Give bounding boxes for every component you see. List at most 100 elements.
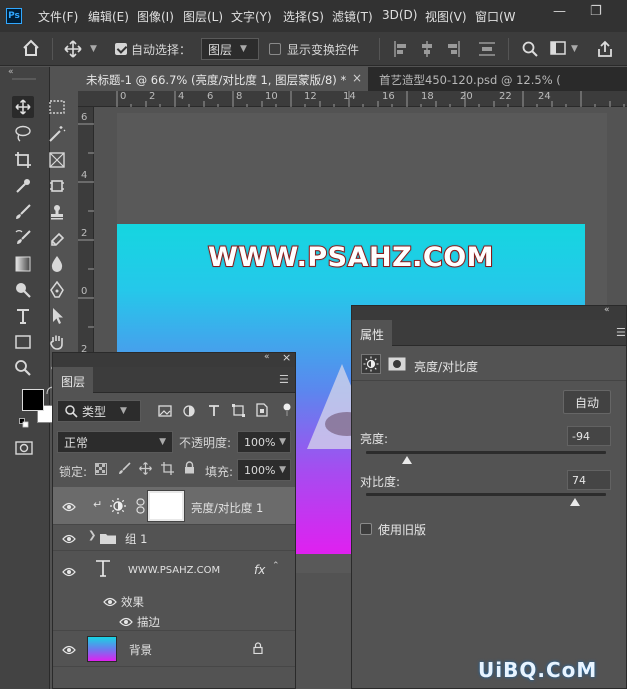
chevron-right-icon[interactable]: ❯ — [88, 530, 96, 541]
legacy-checkbox[interactable] — [360, 523, 372, 535]
show-transform-checkbox[interactable] — [269, 43, 281, 55]
share-icon[interactable] — [597, 40, 613, 61]
default-colors-icon[interactable] — [19, 417, 29, 431]
home-icon[interactable] — [22, 39, 40, 60]
menu-edit[interactable]: 编辑(E) — [88, 8, 129, 25]
menu-3d[interactable]: 3D(D) — [382, 8, 417, 22]
eyedropper-tool[interactable] — [12, 175, 34, 197]
filter-pixel-icon[interactable] — [158, 405, 172, 420]
filter-type-icon[interactable] — [208, 404, 220, 420]
panel-menu-icon[interactable]: ☰ — [279, 373, 289, 386]
type-tool[interactable] — [12, 305, 34, 327]
clone-stamp-tool[interactable] — [46, 201, 68, 223]
eye-icon[interactable] — [62, 501, 76, 515]
contrast-slider-track[interactable] — [366, 493, 606, 496]
eye-icon[interactable] — [119, 616, 133, 630]
path-selection-tool[interactable] — [46, 305, 68, 327]
fill-input[interactable]: 100% ▼ — [237, 459, 291, 481]
layer-effect-stroke[interactable]: 描边 — [53, 611, 295, 631]
eraser-tool[interactable] — [46, 227, 68, 249]
menu-window[interactable]: 窗口(W — [475, 8, 516, 25]
collapse-icon[interactable]: « — [264, 352, 270, 362]
tab-untitled-1[interactable]: 未标题-1 @ 66.7% (亮度/对比度 1, 图层蒙版/8) * — [78, 67, 368, 91]
gradient-tool[interactable] — [12, 253, 34, 275]
filter-toggle-icon[interactable] — [282, 403, 292, 420]
filter-adjustment-icon[interactable] — [183, 405, 195, 420]
opacity-input[interactable]: 100% ▼ — [237, 431, 291, 453]
tab-second-document[interactable]: 首艺造型450-120.psd @ 12.5% ( — [371, 67, 627, 91]
filter-smart-object-icon[interactable] — [256, 403, 268, 420]
quick-mask-icon[interactable] — [15, 441, 33, 458]
eye-icon[interactable] — [62, 566, 76, 580]
patch-tool[interactable] — [46, 175, 68, 197]
layer-filter-dropdown[interactable]: 类型 ▼ — [57, 400, 141, 422]
lock-position-icon[interactable] — [139, 462, 152, 478]
close-icon[interactable]: × — [352, 71, 362, 85]
mask-icon[interactable] — [388, 357, 406, 374]
move-tool[interactable] — [12, 96, 34, 118]
search-icon[interactable] — [521, 40, 539, 61]
collapse-icon[interactable]: « — [604, 305, 610, 315]
tab-properties[interactable]: 属性 — [352, 320, 393, 346]
layer-row-brightness-contrast[interactable]: ↵ 亮度/对比度 1 — [53, 487, 295, 525]
blend-mode-dropdown[interactable]: 正常 ▼ — [57, 431, 173, 453]
contrast-slider-thumb[interactable] — [569, 498, 580, 506]
filter-shape-icon[interactable] — [232, 404, 245, 420]
layer-effects-header[interactable]: 效果 — [53, 591, 295, 611]
collapse-icon[interactable]: « — [8, 67, 14, 77]
crop-tool[interactable] — [12, 149, 34, 171]
brightness-slider-track[interactable] — [366, 451, 606, 454]
layer-row-background[interactable]: 背景 — [53, 631, 295, 667]
eye-icon[interactable] — [103, 596, 117, 610]
layer-mask-thumbnail[interactable] — [147, 490, 185, 522]
history-brush-tool[interactable] — [12, 227, 34, 249]
align-center-icon[interactable] — [419, 40, 435, 61]
close-icon[interactable]: × — [282, 351, 291, 364]
menu-view[interactable]: 视图(V) — [425, 8, 467, 25]
menu-filter[interactable]: 滤镜(T) — [332, 8, 373, 25]
brightness-slider-thumb[interactable] — [401, 456, 412, 464]
menu-image[interactable]: 图像(I) — [137, 8, 174, 25]
panel-menu-icon[interactable]: ☰ — [616, 326, 626, 339]
foreground-color-swatch[interactable] — [22, 389, 44, 411]
align-right-icon[interactable] — [445, 40, 461, 61]
menu-file[interactable]: 文件(F) — [38, 8, 78, 25]
lock-transparent-icon[interactable] — [95, 463, 107, 478]
lock-all-icon[interactable] — [184, 461, 195, 477]
eye-icon[interactable] — [62, 644, 76, 658]
layer-row-group[interactable]: ❯ 组 1 — [53, 525, 295, 551]
chain-link-icon[interactable] — [136, 498, 145, 517]
chevron-up-icon[interactable]: ⌃ — [272, 561, 280, 571]
auto-select-checkbox[interactable] — [115, 43, 127, 55]
contrast-input[interactable]: 74 — [567, 470, 611, 490]
layer-row-text[interactable]: WWW.PSAHZ.COM fx ⌃ — [53, 551, 295, 591]
marquee-tool[interactable] — [46, 96, 68, 118]
pen-tool[interactable] — [46, 279, 68, 301]
lock-pixels-icon[interactable] — [118, 462, 131, 478]
menu-layer[interactable]: 图层(L) — [183, 8, 223, 25]
menu-select[interactable]: 选择(S) — [283, 8, 324, 25]
magic-wand-tool[interactable] — [46, 123, 68, 145]
layer-effects-badge[interactable]: fx — [254, 563, 265, 577]
rectangle-tool[interactable] — [12, 331, 34, 353]
workspace-icon[interactable] — [550, 41, 566, 58]
tab-layers[interactable]: 图层 — [53, 367, 94, 393]
chevron-down-icon[interactable]: ▼ — [90, 44, 97, 54]
dodge-tool[interactable] — [12, 279, 34, 301]
hand-tool[interactable] — [46, 331, 68, 353]
chevron-down-icon[interactable]: ▼ — [571, 44, 578, 54]
auto-button[interactable]: 自动 — [563, 390, 611, 414]
zoom-tool[interactable] — [12, 357, 34, 379]
minimize-button[interactable]: — — [553, 4, 566, 19]
align-left-icon[interactable] — [393, 40, 409, 61]
restore-button[interactable]: ❐ — [590, 4, 602, 19]
move-tool-icon[interactable] — [64, 40, 82, 61]
blur-tool[interactable] — [46, 253, 68, 275]
eye-icon[interactable] — [62, 533, 76, 547]
brightness-input[interactable]: -94 — [567, 426, 611, 446]
frame-tool[interactable] — [46, 149, 68, 171]
brush-tool[interactable] — [12, 201, 34, 223]
auto-select-target-dropdown[interactable]: 图层 ▼ — [201, 38, 259, 60]
menu-type[interactable]: 文字(Y) — [231, 8, 272, 25]
lock-artboard-icon[interactable] — [161, 462, 174, 478]
